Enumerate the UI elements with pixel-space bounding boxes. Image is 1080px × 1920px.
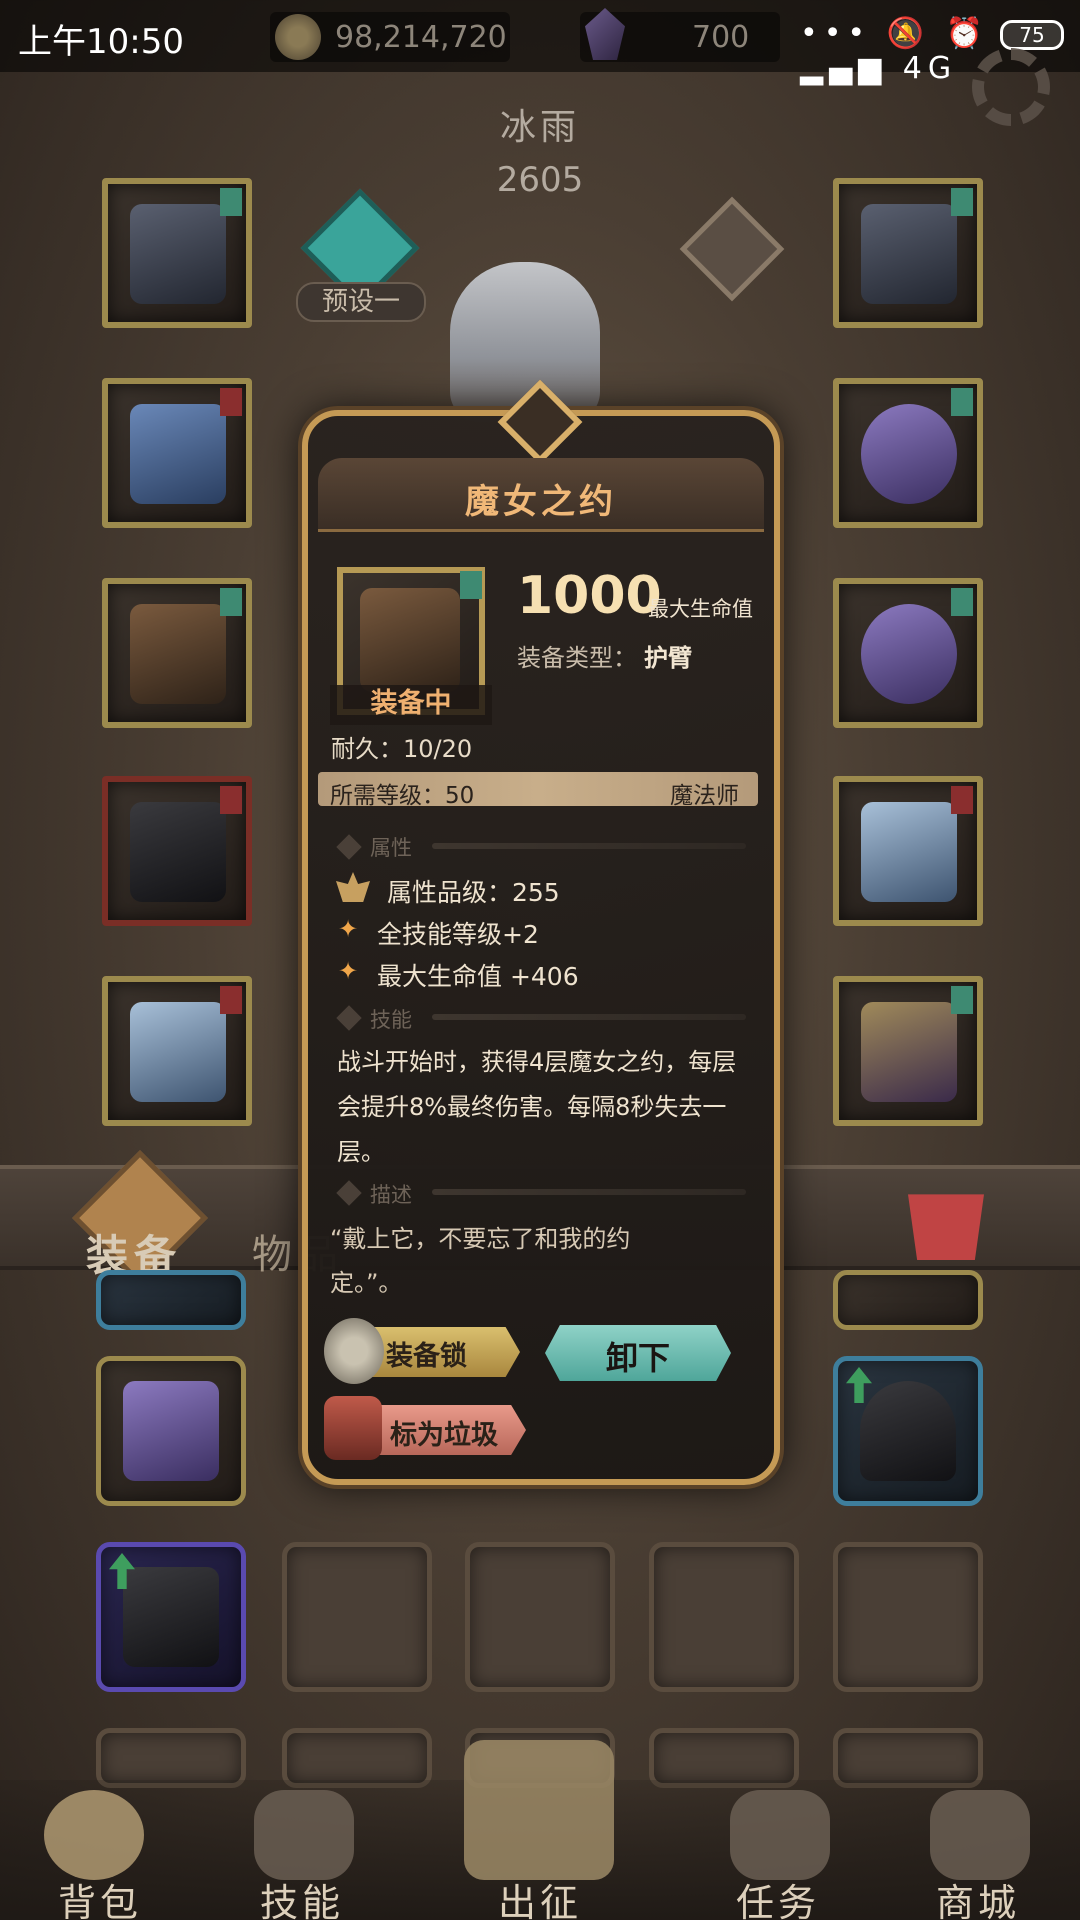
nav-quests[interactable]: 任务 [698,1872,858,1920]
expedition-banner-icon[interactable] [464,1740,614,1880]
attribute-grade: 属性品级：255 [387,878,560,907]
status-time: 上午10:50 [18,22,184,62]
inventory-slot-empty[interactable] [833,1728,983,1788]
junk-button-label[interactable]: 标为垃圾 [390,1413,498,1452]
bracer-icon [360,588,460,692]
rarity-tag-icon [460,571,482,599]
inventory-slot[interactable] [96,1270,246,1330]
rarity-tag-icon [220,588,242,616]
character-power: 2605 [496,160,584,200]
battery-icon: 75 [1000,20,1064,50]
equip-slot-necklace[interactable] [833,178,983,328]
section-attributes: 属性 [370,836,412,860]
inventory-slot-empty[interactable] [649,1728,799,1788]
section-skill: 技能 [370,1008,412,1032]
nav-backpack[interactable]: 背包 [20,1872,180,1920]
lantern-icon[interactable] [324,1396,382,1460]
nav-skills[interactable]: 技能 [222,1872,382,1920]
equip-slot-offhand[interactable] [833,976,983,1126]
sparkle-icon: ✦ [338,957,359,985]
boots-icon [130,1002,226,1102]
rarity-tag-icon [220,786,242,814]
equip-type-value: 护臂 [644,644,692,672]
flavor-text: “戴上它，不要忘了和我的约定。”。 [330,1225,631,1297]
character-info-icon[interactable] [679,196,785,302]
rarity-tag-icon [951,188,973,216]
attribute-line: 最大生命值 +406 [377,962,579,991]
item-title: 魔女之约 [465,482,617,522]
glove-icon [123,1567,219,1667]
equip-slot-armor[interactable] [102,378,252,528]
inventory-slot[interactable] [96,1542,246,1692]
equip-slot-pants[interactable] [102,776,252,926]
settings-gear-icon[interactable] [972,48,1050,126]
inventory-slot-empty[interactable] [465,1542,615,1692]
inventory-slot-empty[interactable] [649,1542,799,1692]
inventory-slot[interactable] [833,1270,983,1330]
inventory-slot-empty[interactable] [833,1542,983,1692]
inventory-slot[interactable] [96,1356,246,1506]
rarity-tag-icon [220,388,242,416]
section-divider [432,1189,746,1195]
inventory-slot-empty[interactable] [282,1542,432,1692]
ring-icon [861,604,957,704]
skill-description: 战斗开始时，获得4层魔女之约，每层会提升8%最终伤害。每隔8秒失去一层。 [337,1048,737,1166]
inventory-slot[interactable] [833,1356,983,1506]
preset-button[interactable]: 预设一 [296,282,426,322]
amulet-icon [123,1381,219,1481]
rarity-tag-icon [220,188,242,216]
lock-icon[interactable] [324,1318,384,1384]
coin-icon [275,14,321,60]
equipped-badge: 装备中 [330,685,492,725]
attribute-line: 全技能等级+2 [377,920,539,949]
shop-crown-icon[interactable] [930,1790,1030,1880]
nav-expedition[interactable]: 出征 [460,1872,620,1920]
equip-slot-weapon[interactable] [833,776,983,926]
ring-icon [861,404,957,504]
equip-type-label: 装备类型： [517,644,637,672]
equip-slot-ring-2[interactable] [833,578,983,728]
unequip-button-label[interactable]: 卸下 [545,1333,731,1379]
upgrade-arrow-icon [846,1367,872,1403]
skill-book-icon[interactable] [254,1790,354,1880]
rarity-tag-icon [951,388,973,416]
equip-slot-boots[interactable] [102,976,252,1126]
section-divider [432,1014,746,1020]
hood-icon [860,1381,956,1481]
rarity-tag-icon [951,786,973,814]
rarity-tag-icon [951,588,973,616]
lock-button-label[interactable]: 装备锁 [386,1334,467,1373]
level-requirement: 所需等级：50 [330,783,475,809]
equip-slot-helmet[interactable] [102,178,252,328]
bracer-icon [130,604,226,704]
pants-icon [130,802,226,902]
main-stat-value: 1000 [517,566,662,626]
nav-shop[interactable]: 商城 [898,1872,1058,1920]
backpack-icon[interactable] [44,1790,144,1880]
rarity-tag-icon [951,986,973,1014]
class-requirement: 魔法师 [670,783,739,809]
quest-horn-icon[interactable] [730,1790,830,1880]
necklace-icon [861,204,957,304]
character-name: 冰雨 [499,107,580,148]
section-description: 描述 [370,1183,412,1207]
gem-amount: 700 [692,20,750,55]
inventory-slot-empty[interactable] [282,1728,432,1788]
spellbook-icon [861,1002,957,1102]
durability: 耐久：10/20 [331,735,473,763]
section-divider [432,843,746,849]
gold-amount: 98,214,720 [335,20,507,55]
equip-slot-bracer[interactable] [102,578,252,728]
rarity-tag-icon [220,986,242,1014]
equip-slot-ring-1[interactable] [833,378,983,528]
robe-icon [130,404,226,504]
crown-icon [130,204,226,304]
staff-icon [861,802,957,902]
main-stat-label: 最大生命值 [648,597,753,621]
sparkle-icon: ✦ [338,915,359,943]
inventory-slot-empty[interactable] [96,1728,246,1788]
